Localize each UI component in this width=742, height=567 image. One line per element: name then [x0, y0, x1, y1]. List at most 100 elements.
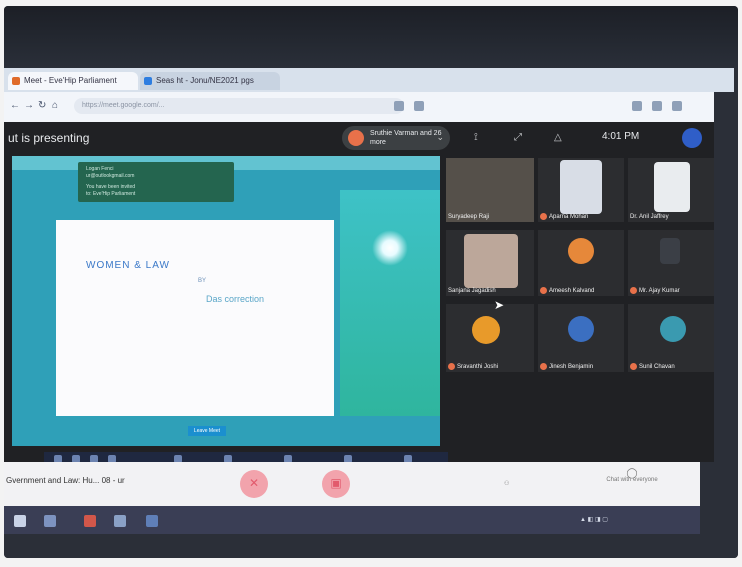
participant-name: Ameesh Kalvand [540, 286, 594, 294]
home-icon[interactable]: ⌂ [52, 100, 58, 112]
monitor-bezel [4, 6, 738, 68]
participant-name: Suryadeep Raji [448, 214, 490, 220]
back-arrow-icon[interactable]: ← [10, 100, 20, 112]
participant-video [654, 162, 690, 212]
participant-avatar [472, 316, 500, 344]
participant-tile[interactable]: Aparna Mohan [538, 158, 624, 222]
participant-tile[interactable]: Mr. Ajay Kumar [628, 230, 714, 296]
participant-name-text: Mr. Ajay Kumar [639, 288, 680, 294]
profile-icon[interactable] [652, 101, 662, 111]
leave-meet-button[interactable]: Leave Meet [188, 426, 226, 436]
participant-name-text: Jinesh Benjamin [549, 364, 594, 370]
presenter-avatar [348, 130, 364, 146]
meet-favicon-icon [12, 77, 20, 85]
participant-tile[interactable]: Sanjana Jagadish [446, 230, 534, 296]
participant-name-text: Sravanthi Joshi [457, 364, 499, 370]
participant-name: Dr. Anil Jaffrey [630, 214, 669, 220]
tab-label: Seas ht - Jonu/NE2021 pgs [156, 76, 254, 85]
monitor-bottom-bezel [4, 534, 738, 558]
forward-arrow-icon[interactable]: → [24, 100, 34, 112]
participant-tile[interactable]: Jinesh Benjamin [538, 304, 624, 372]
camera-toggle-button[interactable]: ▣ [322, 470, 350, 498]
app-icon[interactable] [114, 515, 126, 527]
notif-line: You have been invited [86, 184, 136, 190]
participant-tile[interactable]: Ameesh Kalvand [538, 230, 624, 296]
fullscreen-icon[interactable]: ⤢ [514, 132, 522, 143]
people-icon[interactable]: ⚇ [504, 480, 509, 487]
mic-off-icon [540, 212, 547, 220]
meeting-time: 4:01 PM [602, 131, 640, 142]
presenter-badge[interactable]: Sruthie Varman and 26 more ⌄ [342, 126, 450, 150]
notif-line: ur@outlookgmail.com [86, 173, 135, 179]
slide-byline: BY [198, 278, 207, 284]
system-tray[interactable]: ▲ ◧ ◨ ▢ [580, 516, 608, 523]
notif-line: to: Eve'Hip Parliament [86, 191, 136, 197]
browser-tab-active[interactable]: Meet - Eve'Hip Parliament [8, 72, 138, 90]
mic-off-icon [630, 362, 637, 370]
chat-icon: ◯ [626, 468, 638, 479]
participant-avatar [568, 238, 594, 264]
participant-tile[interactable]: Sunil Chavan [628, 304, 714, 372]
meeting-title: Gvernment and Law: Hu... 08 - ur [6, 476, 125, 485]
tab-label: Meet - Eve'Hip Parliament [24, 76, 117, 85]
mic-off-icon [540, 362, 547, 370]
chevron-down-icon: ⌄ [436, 132, 444, 142]
meet-top-controls: ⟟ ⤢ △ 4:01 PM [454, 122, 714, 154]
camera-off-icon: ▣ [330, 476, 342, 490]
participant-name-text: Sunil Chavan [639, 364, 675, 370]
participant-video [464, 234, 518, 288]
participant-avatar [660, 316, 686, 342]
participant-avatar [568, 316, 594, 342]
browser-tab-2[interactable]: Seas ht - Jonu/NE2021 pgs [140, 72, 280, 90]
participant-video [560, 160, 602, 214]
warning-icon[interactable]: △ [554, 132, 562, 143]
shared-screen: Logan Fenci ur@outlookgmail.com You have… [12, 156, 440, 446]
participant-tile[interactable]: Dr. Anil Jaffrey [628, 158, 714, 222]
screen-glare [372, 230, 408, 266]
mic-off-icon [630, 286, 637, 294]
participant-name: Sravanthi Joshi [448, 362, 499, 370]
participant-name: Mr. Ajay Kumar [630, 286, 680, 294]
start-icon[interactable] [14, 515, 26, 527]
mic-off-icon: ✕ [248, 476, 260, 490]
participant-grid: Suryadeep Raji Aparna Mohan Dr. Anil Jaf… [446, 158, 716, 458]
collections-icon[interactable] [632, 101, 642, 111]
mic-off-icon [448, 362, 455, 370]
layout-icon[interactable]: ⟟ [474, 132, 478, 143]
reload-icon[interactable]: ↻ [38, 100, 46, 112]
participant-name: Sunil Chavan [630, 362, 675, 370]
extension-icon[interactable] [414, 101, 424, 111]
participant-video [660, 238, 680, 264]
file-explorer-icon[interactable] [44, 515, 56, 527]
browser-toolbar: ← → ↻ ⌂ https://meet.google.com/... [4, 92, 714, 123]
browser-icon[interactable] [146, 515, 158, 527]
browser-tab-bar: Meet - Eve'Hip Parliament Seas ht - Jonu… [4, 68, 734, 92]
slide-side-panel [340, 190, 440, 416]
meet-window: ut is presenting Sruthie Varman and 26 m… [4, 122, 716, 466]
settings-menu-icon[interactable] [672, 101, 682, 111]
mic-toggle-button[interactable]: ✕ [240, 470, 268, 498]
slide-author: Das correction [206, 294, 265, 304]
meet-bottom-bar: Gvernment and Law: Hu... 08 - ur ✕ ▣ ⚇ ◯… [4, 462, 700, 506]
star-icon[interactable] [394, 101, 404, 111]
os-taskbar: ▲ ◧ ◨ ▢ [4, 506, 700, 534]
mic-off-icon [540, 286, 547, 294]
slide-title: WOMEN & LAW [86, 260, 170, 271]
participant-name: Sanjana Jagadish [448, 288, 496, 294]
participant-name: Aparna Mohan [540, 212, 589, 220]
notif-line: Logan Fenci [86, 166, 114, 172]
participant-tile[interactable]: Suryadeep Raji [446, 158, 534, 222]
notification-dropdown: Logan Fenci ur@outlookgmail.com You have… [78, 162, 234, 202]
participant-name-text: Aparna Mohan [549, 214, 589, 220]
participant-tile[interactable]: Sravanthi Joshi [446, 304, 534, 372]
photo-frame: Meet - Eve'Hip Parliament Seas ht - Jonu… [4, 6, 738, 558]
doc-favicon-icon [144, 77, 152, 85]
app-icon[interactable] [84, 515, 96, 527]
participant-name: Jinesh Benjamin [540, 362, 594, 370]
mouse-cursor-icon: ➤ [494, 298, 505, 312]
self-avatar[interactable] [682, 128, 702, 148]
chat-label: Chat with everyone [606, 477, 658, 483]
address-bar[interactable]: https://meet.google.com/... [74, 98, 404, 114]
presentation-slide: WOMEN & LAW BY Das correction [56, 220, 334, 416]
chat-button[interactable]: ◯ Chat with everyone [592, 468, 672, 484]
